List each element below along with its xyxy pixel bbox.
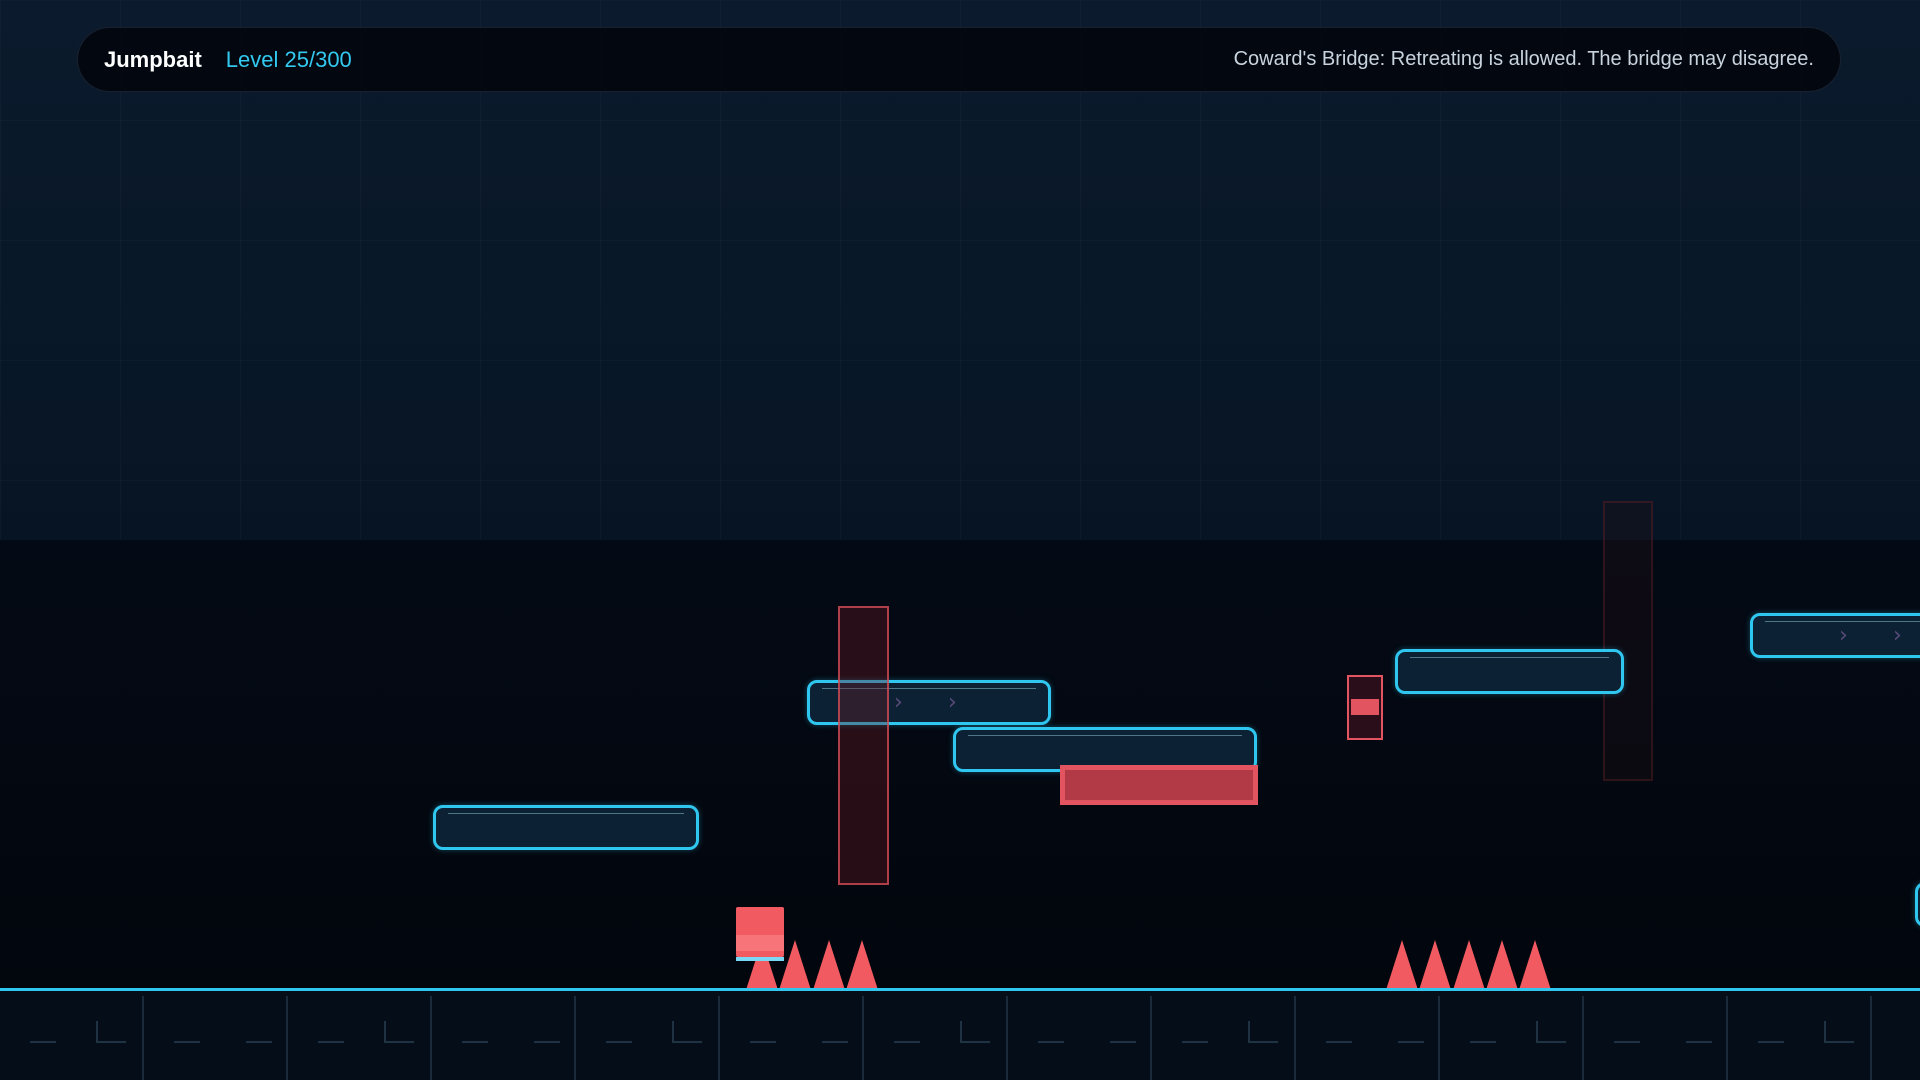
level-indicator: Level 25/300 <box>225 46 352 72</box>
platform-offscreen-edge <box>1915 882 1920 927</box>
spike-icon <box>1486 940 1518 990</box>
ghost-barrier <box>838 606 889 885</box>
game-stage[interactable]: Jumpbait Level 25/300 Coward's Bridge: R… <box>0 0 1920 1080</box>
player-character[interactable] <box>736 907 784 961</box>
spike-icon <box>846 940 878 990</box>
chevron-right-icon: › <box>1893 622 1902 648</box>
platform-left <box>433 805 699 850</box>
ground-pattern <box>30 996 1872 1080</box>
conveyor-platform-edge: › › <box>1750 613 1920 658</box>
chevron-right-icon: › <box>948 689 957 715</box>
platform-right <box>1395 649 1624 694</box>
ground-floor <box>0 988 1920 1080</box>
spike-icon <box>1453 940 1485 990</box>
spike-icon <box>1386 940 1418 990</box>
spike-icon <box>1519 940 1551 990</box>
spike-row-right <box>1386 940 1551 990</box>
red-switch-block[interactable] <box>1347 675 1383 740</box>
falling-hazard-block <box>1060 765 1258 805</box>
spike-icon <box>1419 940 1451 990</box>
chevron-right-icon: › <box>894 689 903 715</box>
hud-bar: Jumpbait Level 25/300 Coward's Bridge: R… <box>77 27 1841 92</box>
chevron-right-icon: › <box>1839 622 1848 648</box>
spike-icon <box>813 940 845 990</box>
inactive-barrier <box>1603 501 1653 781</box>
game-title: Jumpbait <box>104 46 202 72</box>
level-hint: Coward's Bridge: Retreating is allowed. … <box>1233 48 1814 70</box>
